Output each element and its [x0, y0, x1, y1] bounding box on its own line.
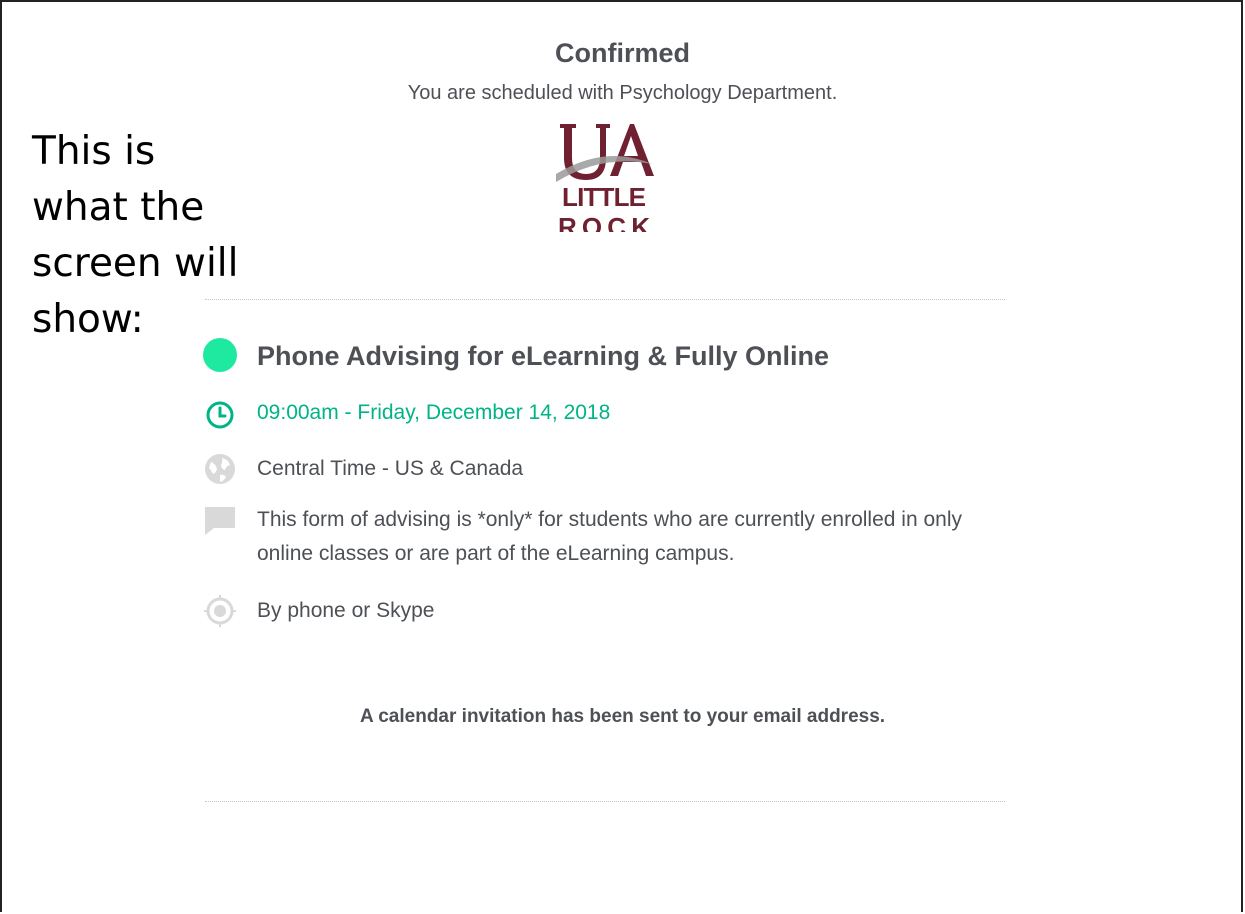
event-timezone: Central Time - US & Canada [257, 457, 524, 480]
annotation-caption: This is what the screen will show: [32, 129, 239, 342]
event-name: Phone Advising for eLearning & Fully Onl… [257, 341, 830, 371]
confirmation-title: Confirmed [555, 38, 690, 68]
clock-icon [203, 398, 237, 432]
event-name-row: Phone Advising for eLearning & Fully Onl… [203, 338, 829, 374]
svg-text:ROCK: ROCK [558, 212, 650, 238]
event-description-row: This form of advising is *only* for stud… [203, 503, 1017, 571]
location-target-icon [203, 594, 237, 628]
event-location-row: By phone or Skype [203, 594, 1017, 628]
event-time-row: 09:00am - Friday, December 14, 2018 [203, 398, 610, 432]
svg-text:LITTLE: LITTLE [562, 182, 646, 212]
event-description: This form of advising is *only* for stud… [257, 508, 962, 565]
event-time: 09:00am - Friday, December 14, 2018 [257, 401, 611, 424]
globe-icon [203, 452, 237, 486]
ua-little-rock-logo: LITTLE ROCK [548, 118, 660, 238]
event-location: By phone or Skype [257, 599, 435, 622]
top-divider [205, 299, 1005, 300]
comment-icon [203, 503, 237, 537]
color-dot-icon [203, 338, 237, 372]
event-timezone-row: Central Time - US & Canada [203, 452, 1017, 486]
confirmation-subtitle: You are scheduled with Psychology Depart… [407, 82, 838, 104]
bottom-divider [205, 801, 1005, 802]
calendar-invitation-notice: A calendar invitation has been sent to y… [359, 706, 886, 727]
